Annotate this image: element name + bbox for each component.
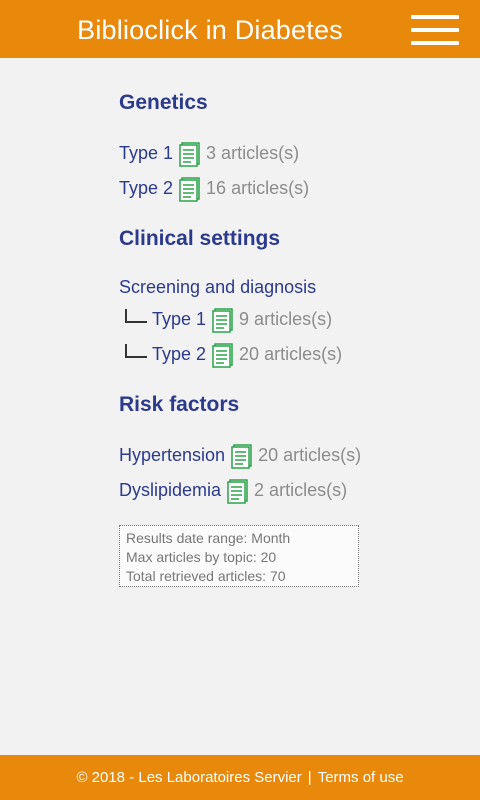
article-count: 3 articles(s) [206, 143, 300, 163]
topic-label[interactable]: Type 2 [152, 344, 206, 365]
max-articles-by-topic: Max articles by topic: 20 [126, 549, 277, 565]
topic-row-genetics-type2[interactable]: Type 2 16 articles(s) [119, 171, 449, 206]
topic-row-hypertension[interactable]: Hypertension 20 articles(s) [119, 438, 449, 473]
hamburger-menu-icon[interactable] [407, 13, 463, 47]
topic-label[interactable]: Type 2 [119, 178, 173, 199]
article-count: 2 articles(s) [254, 480, 348, 500]
topic-label[interactable]: Dyslipidemia [119, 480, 221, 501]
topic-label[interactable]: Type 1 [119, 143, 173, 164]
subgroup-screening-and-diagnosis[interactable]: Screening and diagnosis [119, 272, 449, 302]
article-count: 20 articles(s) [258, 445, 362, 465]
topic-row-genetics-type1[interactable]: Type 1 3 articles(s) [119, 136, 449, 171]
app-header: Biblioclick in Diabetes [0, 0, 480, 58]
copyright-text: © 2018 - Les Laboratoires Servier [76, 769, 302, 786]
article-count: 16 articles(s) [206, 178, 310, 198]
articles-icon[interactable] [211, 307, 237, 333]
total-retrieved-articles: Total retrieved articles: 70 [126, 568, 286, 584]
app-title: Biblioclick in Diabetes [77, 15, 343, 45]
article-count: 9 articles(s) [239, 309, 333, 329]
topic-label[interactable]: Hypertension [119, 445, 225, 466]
results-date-range: Results date range: Month [126, 530, 291, 546]
topic-row-dyslipidemia[interactable]: Dyslipidemia 2 articles(s) [119, 473, 449, 508]
topic-row-clinical-type2[interactable]: Type 2 20 articles(s) [119, 337, 449, 372]
section-title-clinical-settings: Clinical settings [119, 227, 281, 250]
app-footer: © 2018 - Les Laboratoires Servier | Terms … [0, 755, 480, 800]
results-summary-box: Results date range: Month Max articles b… [119, 525, 359, 587]
articles-icon[interactable] [230, 443, 256, 469]
tree-branch-icon [123, 308, 149, 329]
articles-icon[interactable] [178, 176, 204, 202]
article-count: 20 articles(s) [239, 344, 343, 364]
topic-row-clinical-type1[interactable]: Type 1 9 articles(s) [119, 302, 449, 337]
articles-icon[interactable] [178, 141, 204, 167]
section-title-genetics: Genetics [119, 91, 208, 114]
section-title-risk-factors: Risk factors [119, 393, 240, 416]
topic-label[interactable]: Type 1 [152, 309, 206, 330]
footer-separator: | [307, 769, 312, 786]
topics-list: Genetics Type 1 3 articles(s) Type 2 16 … [119, 88, 449, 508]
tree-branch-icon [123, 343, 149, 364]
terms-of-use-link[interactable]: Terms of use [318, 769, 404, 786]
articles-icon[interactable] [226, 478, 252, 504]
articles-icon[interactable] [211, 342, 237, 368]
